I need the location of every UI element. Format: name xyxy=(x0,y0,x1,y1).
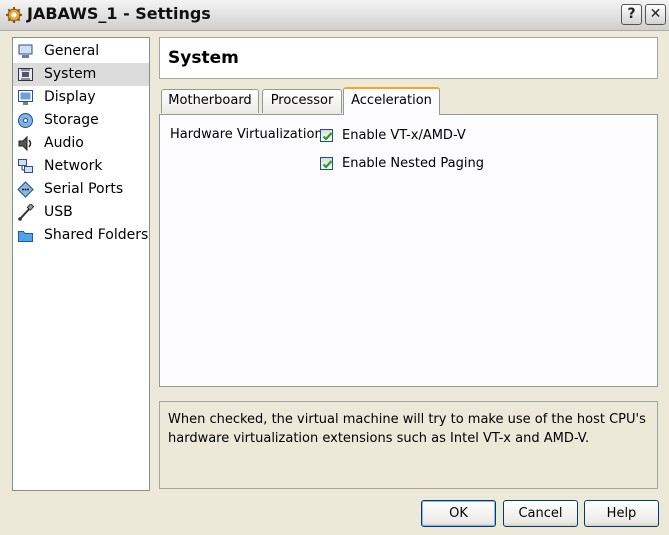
nested-paging-checkbox[interactable] xyxy=(320,157,333,170)
sidebar-item-label: Display xyxy=(44,89,96,105)
close-icon[interactable]: ✕ xyxy=(645,4,666,25)
vtx-checkbox-label[interactable]: Enable VT-x/AMD-V xyxy=(342,128,466,143)
description-text: When checked, the virtual machine will t… xyxy=(168,412,646,446)
vtx-checkbox[interactable] xyxy=(320,129,333,142)
sidebar-item-label: Shared Folders xyxy=(44,227,149,243)
sidebar-item-network[interactable]: Network xyxy=(13,155,149,178)
title-bar[interactable]: JABAWS_1 - Settings ? ✕ xyxy=(0,0,669,31)
monitor-icon xyxy=(17,43,34,60)
sidebar-item-label: Audio xyxy=(44,135,84,151)
tab-acceleration[interactable]: Acceleration xyxy=(343,87,440,115)
sidebar-item-label: Network xyxy=(44,158,103,174)
sidebar-item-label: System xyxy=(44,66,97,82)
network-icon xyxy=(17,158,34,175)
titlebar-help-button[interactable]: ? xyxy=(621,4,642,25)
sidebar-item-label: USB xyxy=(44,204,73,220)
settings-sidebar: General System Display Storage Audio Net… xyxy=(12,37,150,491)
sidebar-item-display[interactable]: Display xyxy=(13,86,149,109)
ok-button[interactable]: OK xyxy=(421,500,496,527)
sidebar-item-serial-ports[interactable]: Serial Ports xyxy=(13,178,149,201)
description-panel: When checked, the virtual machine will t… xyxy=(159,401,658,489)
tab-motherboard[interactable]: Motherboard xyxy=(161,89,259,113)
window-title: JABAWS_1 - Settings xyxy=(27,4,211,23)
nested-paging-checkbox-label[interactable]: Enable Nested Paging xyxy=(342,156,484,171)
chip-icon xyxy=(17,66,34,83)
sidebar-item-general[interactable]: General xyxy=(13,40,149,63)
disk-icon xyxy=(17,112,34,129)
sidebar-item-system[interactable]: System xyxy=(13,63,149,86)
speaker-icon xyxy=(17,135,34,152)
page-title: System xyxy=(168,48,239,68)
sidebar-item-label: Serial Ports xyxy=(44,181,124,197)
sidebar-item-usb[interactable]: USB xyxy=(13,201,149,224)
gear-icon xyxy=(5,6,23,24)
sidebar-item-storage[interactable]: Storage xyxy=(13,109,149,132)
sidebar-item-label: Storage xyxy=(44,112,99,128)
cancel-button[interactable]: Cancel xyxy=(503,500,578,527)
sidebar-item-label: General xyxy=(44,43,100,59)
page-header: System xyxy=(159,37,658,79)
serial-port-icon xyxy=(17,181,34,198)
display-icon xyxy=(17,89,34,106)
sidebar-item-audio[interactable]: Audio xyxy=(13,132,149,155)
hardware-virtualization-label: Hardware Virtualization: xyxy=(170,127,328,142)
acceleration-panel: Hardware Virtualization: Enable VT-x/AMD… xyxy=(159,114,658,387)
tab-processor[interactable]: Processor xyxy=(262,89,342,113)
help-button[interactable]: Help xyxy=(584,500,659,527)
usb-icon xyxy=(17,203,35,221)
sidebar-item-shared-folders[interactable]: Shared Folders xyxy=(13,224,149,247)
folder-icon xyxy=(17,227,34,244)
